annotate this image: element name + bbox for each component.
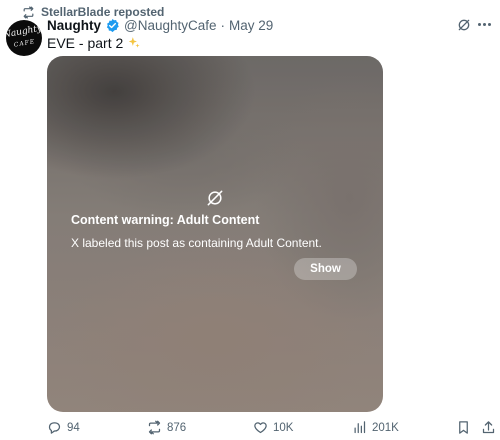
like-button[interactable]: 10K bbox=[253, 420, 293, 435]
author-name[interactable]: Naughty bbox=[47, 18, 101, 33]
author-handle[interactable]: @NaughtyCafe bbox=[124, 18, 217, 33]
share-button[interactable] bbox=[481, 420, 496, 435]
reply-count: 94 bbox=[67, 421, 80, 434]
media-container[interactable]: Content warning: Adult Content X labeled… bbox=[47, 56, 383, 412]
grok-icon[interactable] bbox=[456, 17, 472, 33]
heart-icon bbox=[254, 422, 267, 434]
bookmark-button[interactable] bbox=[456, 420, 471, 435]
post-date[interactable]: May 29 bbox=[229, 18, 273, 33]
verified-badge-icon bbox=[105, 18, 120, 33]
more-options-icon[interactable] bbox=[478, 23, 492, 27]
avatar[interactable]: Naughty CAFE bbox=[6, 20, 42, 56]
views-count: 201K bbox=[372, 421, 399, 434]
tweet-body: EVE - part 2 bbox=[47, 35, 124, 51]
action-bar: 94 876 10K 201K bbox=[0, 420, 500, 436]
show-button[interactable]: Show bbox=[294, 258, 357, 280]
avatar-logo: Naughty CAFE bbox=[6, 23, 42, 49]
reply-icon bbox=[48, 422, 61, 434]
bookmark-icon bbox=[459, 421, 468, 434]
repost-icon bbox=[148, 420, 161, 435]
content-warning-overlay: Content warning: Adult Content X labeled… bbox=[47, 56, 383, 412]
tweet-text: EVE - part 2 bbox=[47, 34, 141, 52]
share-icon bbox=[482, 421, 495, 434]
warning-title: Content warning: Adult Content bbox=[71, 213, 260, 227]
views-button[interactable]: 201K bbox=[352, 420, 399, 435]
views-icon bbox=[354, 421, 366, 434]
repost-icon bbox=[23, 5, 34, 19]
reply-button[interactable]: 94 bbox=[47, 420, 80, 435]
separator-dot: · bbox=[220, 17, 226, 33]
repost-count: 876 bbox=[167, 421, 187, 434]
repost-button[interactable]: 876 bbox=[147, 420, 186, 435]
tweet-header: Naughty @NaughtyCafe · May 29 bbox=[47, 16, 273, 34]
warning-body: X labeled this post as containing Adult … bbox=[71, 236, 322, 250]
sparkles-icon bbox=[129, 37, 140, 48]
like-count: 10K bbox=[273, 421, 294, 434]
eye-slash-icon bbox=[207, 190, 223, 206]
